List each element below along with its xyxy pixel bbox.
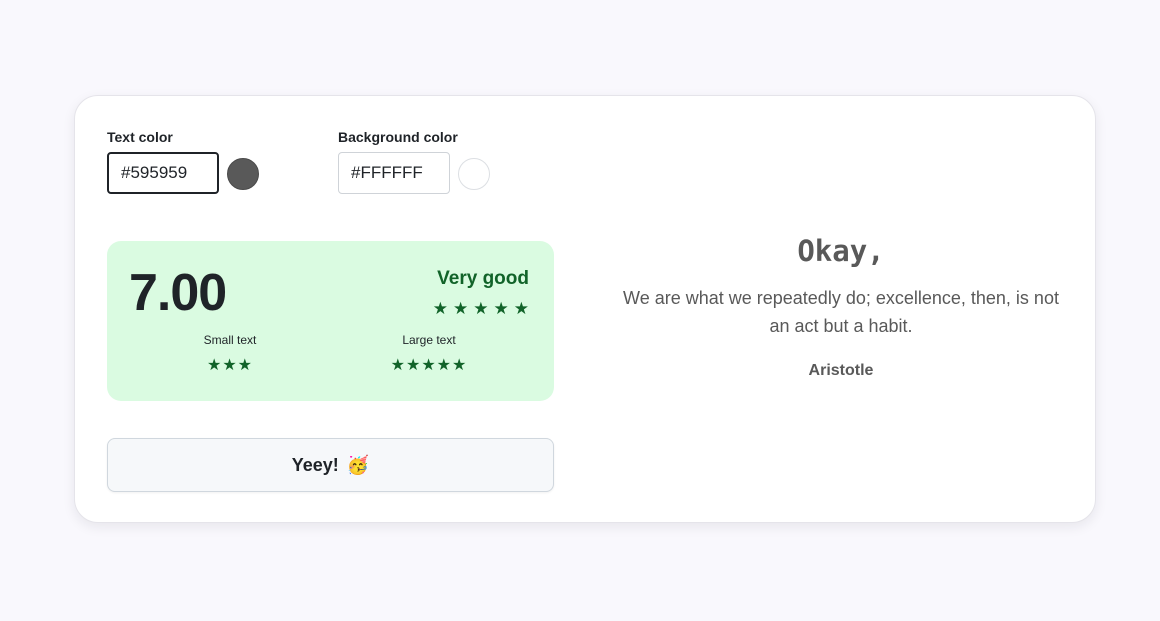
large-text-rating: Large text ★★★★★: [369, 333, 489, 375]
text-color-swatch[interactable]: [227, 158, 259, 190]
small-text-stars-icon: ★★★: [206, 357, 254, 374]
background-color-swatch[interactable]: [458, 158, 490, 190]
preview-quote: We are what we repeatedly do; excellence…: [623, 288, 1059, 336]
contrast-checker-card: Text color Background color 7.00 Very go…: [74, 95, 1096, 523]
small-text-rating: Small text ★★★: [170, 333, 290, 375]
text-color-input[interactable]: [107, 152, 219, 194]
preview-author: Aristotle: [808, 362, 874, 379]
text-color-field: Text color: [107, 129, 267, 229]
rating-stars-icon: ★★★★★: [432, 299, 534, 318]
rating-label: Very good: [437, 268, 529, 289]
contrast-score-panel: 7.00 Very good ★★★★★ Small text ★★★ Larg…: [107, 241, 554, 401]
preview-heading: Okay,: [797, 234, 885, 268]
background-color-field: Background color: [338, 129, 498, 229]
contrast-ratio-value: 7.00: [129, 264, 227, 322]
party-face-icon: 🥳: [346, 454, 370, 475]
large-text-label: Large text: [402, 333, 456, 347]
small-text-label: Small text: [203, 333, 257, 347]
yeey-button[interactable]: Yeey! 🥳: [107, 438, 554, 492]
text-color-label: Text color: [107, 129, 173, 145]
background-color-label: Background color: [338, 129, 458, 145]
large-text-stars-icon: ★★★★★: [390, 357, 468, 374]
text-preview: Okay, We are what we repeatedly do; exce…: [595, 234, 1087, 380]
yeey-button-label: Yeey!: [291, 454, 339, 475]
background-color-input[interactable]: [338, 152, 450, 194]
